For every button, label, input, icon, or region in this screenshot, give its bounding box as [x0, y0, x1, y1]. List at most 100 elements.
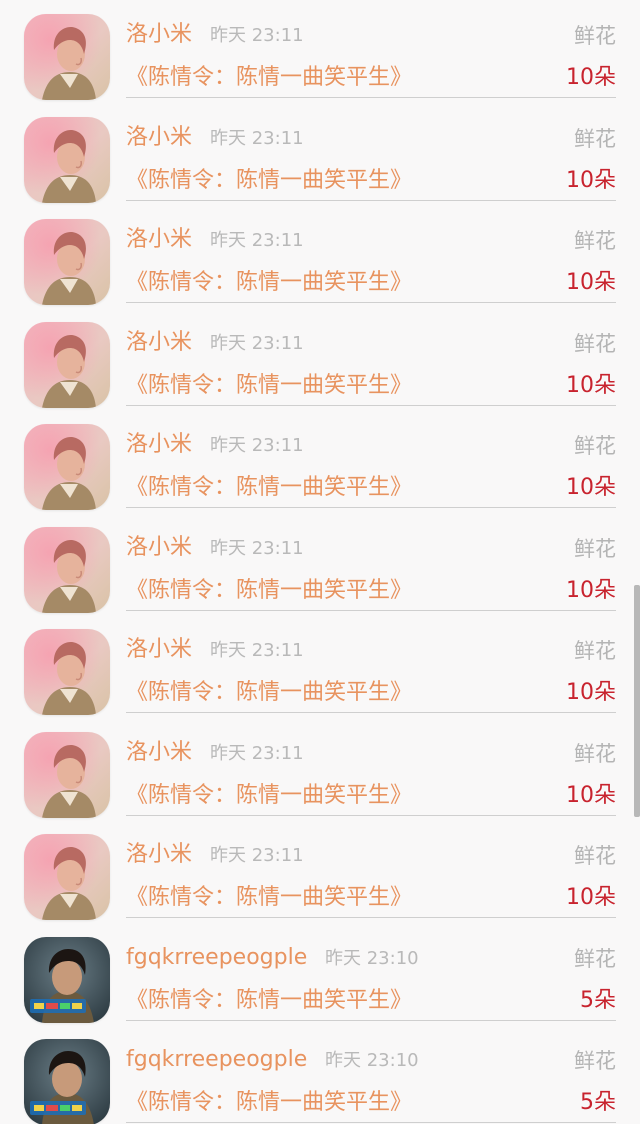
gift-type: 鲜花 [574, 844, 616, 868]
list-item[interactable]: 洛小米 昨天 23:11 鲜花《陈情令：陈情一曲笑平生》 10朵 [0, 513, 640, 615]
list-item-content: 洛小米 昨天 23:11 鲜花 《陈情令：陈情一曲笑平生》 10朵 [126, 308, 616, 410]
list-item[interactable]: 洛小米 昨天 23:11 鲜花《陈情令：陈情一曲笑平生》 10朵 [0, 205, 640, 307]
user-avatar[interactable] [24, 731, 110, 818]
user-avatar[interactable] [24, 424, 110, 510]
list-item[interactable]: fgqkrreepeogple 昨天 23:10 鲜花 《陈情令：陈情一曲笑平生》 5朵 [0, 1025, 640, 1124]
pink-portrait-icon [24, 116, 110, 203]
pink-portrait-icon [24, 321, 110, 408]
work-title[interactable]: 《陈情令：陈情一曲笑平生》 [126, 883, 412, 913]
timestamp: 昨天 23:11 [210, 230, 304, 251]
divider [126, 1019, 616, 1021]
user-avatar[interactable] [24, 116, 110, 203]
timestamp: 昨天 23:10 [325, 947, 419, 969]
user-name[interactable]: fgqkrreepeogple [126, 944, 307, 972]
list-item[interactable]: 洛小米 昨天 23:11 鲜花《陈情令：陈情一曲笑平生》 10朵 [0, 0, 640, 102]
timestamp: 昨天 23:11 [210, 640, 304, 661]
work-title[interactable]: 《陈情令：陈情一曲笑平生》 [126, 473, 412, 503]
pink-portrait-icon [24, 834, 110, 920]
gift-count: 10朵 [566, 680, 616, 705]
list-item-content: 洛小米 昨天 23:11 鲜花《陈情令：陈情一曲笑平生》 10朵 [126, 410, 616, 512]
gift-type: 鲜花 [574, 434, 616, 458]
list-item-content: 洛小米 昨天 23:11 鲜花《陈情令：陈情一曲笑平生》 10朵 [126, 513, 616, 615]
divider [126, 507, 616, 508]
user-name[interactable]: fgqkrreepeogple [126, 1046, 307, 1074]
user-avatar[interactable] [24, 14, 110, 100]
work-title[interactable]: 《陈情令：陈情一曲笑平生》 [126, 166, 412, 196]
gift-count: 10朵 [566, 577, 616, 603]
user-name[interactable]: 洛小米 [126, 21, 192, 49]
divider [126, 609, 616, 611]
work-title[interactable]: 《陈情令：陈情一曲笑平生》 [126, 781, 412, 811]
user-name[interactable]: 洛小米 [126, 124, 192, 152]
list-item[interactable]: fgqkrreepeogple 昨天 23:10 鲜花《陈情令：陈情一曲笑平生》 5朵 [0, 923, 640, 1025]
work-title[interactable]: 《陈情令：陈情一曲笑平生》 [126, 268, 412, 298]
gift-count: 10朵 [566, 885, 616, 910]
gift-type: 鲜花 [574, 126, 616, 151]
gift-type: 鲜花 [574, 536, 616, 561]
gift-count: 10朵 [566, 475, 616, 500]
list-item[interactable]: 洛小米 昨天 23:11 鲜花 《陈情令：陈情一曲笑平生》 10朵 [0, 308, 640, 410]
list-item[interactable]: 洛小米 昨天 23:11 鲜花《陈情令：陈情一曲笑平生》 10朵 [0, 718, 640, 820]
pink-portrait-icon [24, 424, 110, 510]
gift-count: 10朵 [566, 782, 616, 808]
gift-type: 鲜花 [574, 639, 616, 663]
work-title[interactable]: 《陈情令：陈情一曲笑平生》 [126, 371, 412, 401]
user-name[interactable]: 洛小米 [126, 739, 192, 767]
gift-type: 鲜花 [574, 24, 616, 48]
user-avatar[interactable] [24, 219, 110, 305]
gift-count: 10朵 [566, 270, 616, 295]
user-name[interactable]: 洛小米 [126, 841, 192, 869]
user-name[interactable]: 洛小米 [126, 636, 192, 664]
divider [126, 404, 616, 406]
timestamp: 昨天 23:11 [210, 742, 304, 764]
user-avatar[interactable] [24, 936, 110, 1023]
pink-portrait-icon [24, 731, 110, 818]
user-name[interactable]: 洛小米 [126, 226, 192, 254]
gift-type: 鲜花 [574, 229, 616, 253]
user-name[interactable]: 洛小米 [126, 431, 192, 459]
divider [126, 814, 616, 816]
gift-count: 10朵 [566, 65, 616, 90]
timestamp: 昨天 23:11 [210, 332, 304, 354]
list-item-content: 洛小米 昨天 23:11 鲜花《陈情令：陈情一曲笑平生》 10朵 [126, 820, 616, 922]
work-title[interactable]: 《陈情令：陈情一曲笑平生》 [126, 986, 412, 1016]
list-item[interactable]: 洛小米 昨天 23:11 鲜花《陈情令：陈情一曲笑平生》 10朵 [0, 820, 640, 922]
work-title[interactable]: 《陈情令：陈情一曲笑平生》 [126, 1088, 412, 1118]
dark-portrait-icon [24, 936, 110, 1023]
user-avatar[interactable] [24, 1039, 110, 1124]
list-item[interactable]: 洛小米 昨天 23:11 鲜花《陈情令：陈情一曲笑平生》 10朵 [0, 410, 640, 512]
user-name[interactable]: 洛小米 [126, 329, 192, 357]
user-avatar[interactable] [24, 321, 110, 408]
list-item-content: 洛小米 昨天 23:11 鲜花《陈情令：陈情一曲笑平生》 10朵 [126, 615, 616, 717]
timestamp: 昨天 23:11 [210, 845, 304, 866]
list-item[interactable]: 洛小米 昨天 23:11 鲜花 《陈情令：陈情一曲笑平生》 10朵 [0, 103, 640, 205]
gift-type: 鲜花 [574, 946, 616, 971]
work-title[interactable]: 《陈情令：陈情一曲笑平生》 [126, 63, 412, 93]
list-item-content: 洛小米 昨天 23:11 鲜花《陈情令：陈情一曲笑平生》 10朵 [126, 205, 616, 307]
divider [126, 1122, 616, 1123]
list-item[interactable]: 洛小米 昨天 23:11 鲜花《陈情令：陈情一曲笑平生》 10朵 [0, 615, 640, 717]
divider [126, 712, 616, 713]
gift-record-list[interactable]: 洛小米 昨天 23:11 鲜花 《陈情令：陈情一曲笑平生》 10朵 洛小米 昨天 23:11… [0, 0, 640, 1124]
work-title[interactable]: 《陈情令：陈情一曲笑平生》 [126, 576, 412, 606]
list-item-content: fgqkrreepeogple 昨天 23:10 鲜花《陈情令：陈情一曲笑平生》 5朵 [126, 923, 616, 1025]
work-title[interactable]: 《陈情令：陈情一曲笑平生》 [126, 678, 412, 708]
timestamp: 昨天 23:11 [210, 435, 304, 456]
pink-portrait-icon [24, 629, 110, 715]
gift-type: 鲜花 [574, 1049, 616, 1073]
pink-portrait-icon [24, 14, 110, 100]
list-item-content: 洛小米 昨天 23:11 鲜花《陈情令：陈情一曲笑平生》 10朵 [126, 718, 616, 820]
divider [126, 97, 616, 98]
user-avatar[interactable] [24, 629, 110, 715]
user-avatar[interactable] [24, 526, 110, 613]
user-name[interactable]: 洛小米 [126, 534, 192, 562]
gift-type: 鲜花 [574, 741, 616, 766]
divider [126, 199, 616, 201]
user-avatar[interactable] [24, 834, 110, 920]
timestamp: 昨天 23:11 [210, 537, 304, 559]
list-item-content: fgqkrreepeogple 昨天 23:10 鲜花 《陈情令：陈情一曲笑平生》 5朵 [126, 1025, 616, 1124]
gift-count: 5朵 [580, 987, 616, 1013]
timestamp: 昨天 23:11 [210, 25, 304, 46]
divider [126, 302, 616, 303]
pink-portrait-icon [24, 219, 110, 305]
